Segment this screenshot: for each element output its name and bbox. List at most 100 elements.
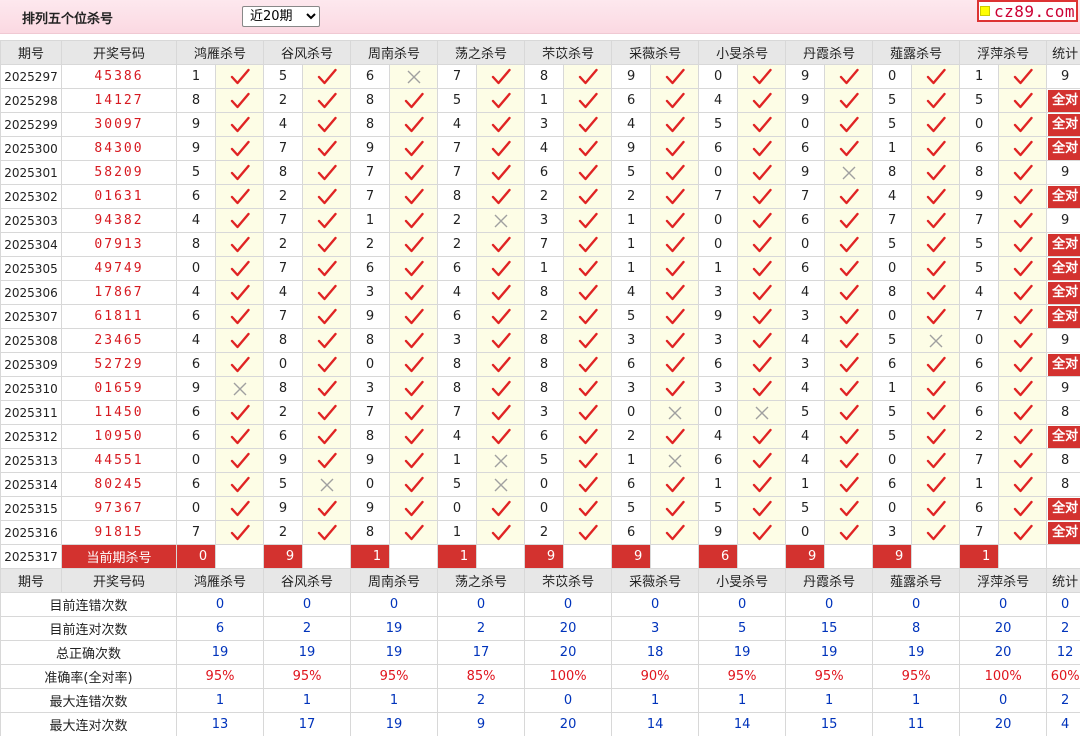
kill-number-cell: 4 [611,280,652,305]
summary-value: 5 [698,616,787,641]
kill-number-cell: 6 [611,88,652,113]
draw-number-cell: 58209 [61,160,177,185]
draw-number-cell: 11450 [61,400,177,425]
hit-mark-cell [998,328,1048,353]
period-select[interactable]: 近20期 [242,6,320,27]
column-header-method: 小旻杀号 [698,568,787,593]
kill-number-cell: 0 [524,472,565,497]
issue-cell: 2025311 [0,400,62,425]
issue-cell: 2025315 [0,496,62,521]
stat-cell: 全对 [1046,280,1080,305]
current-blank-cell [476,544,526,569]
all-correct-badge: 全对 [1048,305,1080,328]
check-icon [491,92,511,108]
kill-number-cell: 0 [785,232,826,257]
summary-row: 准确率(全对率) 95% 95% 95% 85% 100% 90% 95% 95% 95% 100%… [0,664,1080,689]
check-icon [665,356,685,372]
summary-value: 1 [350,688,439,713]
hit-mark-cell [389,112,439,137]
kill-number-cell: 1 [611,256,652,281]
hit-mark-cell [737,184,787,209]
check-icon [752,428,772,444]
all-correct-badge: 全对 [1048,521,1080,544]
check-icon [752,236,772,252]
check-icon [317,308,337,324]
summary-value: 0 [872,592,961,617]
site-logo[interactable]: cz89.com [977,0,1078,22]
issue-cell: 2025313 [0,448,62,473]
summary-value: 11 [872,712,961,736]
hit-mark-cell [737,448,787,473]
check-icon [926,524,946,540]
summary-value: 1 [175,688,265,713]
hit-mark-cell [563,160,613,185]
check-icon [578,380,598,396]
cross-icon [233,382,246,395]
hit-mark-cell [824,520,874,545]
hit-mark-cell [389,376,439,401]
summary-value: 95% [263,664,352,689]
check-icon [1013,332,1033,348]
kill-number-cell: 8 [524,352,565,377]
hit-mark-cell [998,496,1048,521]
check-icon [839,428,859,444]
hit-mark-cell [214,208,265,233]
check-icon [230,164,250,180]
hit-mark-cell [476,136,526,161]
draw-number-cell: 10950 [61,424,177,449]
check-icon [230,260,250,276]
stat-cell: 全对 [1046,184,1080,209]
check-icon [491,380,511,396]
all-correct-badge: 全对 [1048,185,1080,208]
hit-mark-cell [214,472,265,497]
issue-cell: 2025306 [0,280,62,305]
hit-mark-cell [302,112,352,137]
summary-value: 0 [350,592,439,617]
hit-mark-cell [302,520,352,545]
table-row: 2025302 01631 6 2 7 8 2 2 7 7 4 9 全对 [0,184,1080,209]
check-icon [665,260,685,276]
kill-number-cell: 4 [263,280,304,305]
issue-cell: 2025299 [0,112,62,137]
hit-mark-cell [650,496,700,521]
kill-number-cell: 0 [872,448,913,473]
check-icon [752,116,772,132]
draw-number-cell: 23465 [61,328,177,353]
hit-mark-cell [302,64,352,89]
hit-mark-cell [998,184,1048,209]
kill-number-cell: 5 [872,328,913,353]
table-row: 2025303 94382 4 7 1 2 3 1 0 6 7 7 9 [0,208,1080,233]
check-icon [926,68,946,84]
column-header-method: 鸿雁杀号 [175,40,265,65]
kill-number-cell: 8 [350,328,391,353]
cross-icon [494,454,508,467]
summary-row: 最大连对次数 13 17 19 9 20 14 14 15 11 20 4 [0,712,1080,736]
hit-mark-cell [214,448,265,473]
hit-mark-cell [824,256,874,281]
check-icon [230,284,250,300]
kill-number-cell: 4 [785,424,826,449]
current-blank-cell [824,544,874,569]
stat-cell: 全对 [1046,136,1080,161]
summary-value: 95% [872,664,961,689]
check-icon [926,284,946,300]
draw-number-cell: 01659 [61,376,177,401]
summary-value: 0 [959,688,1048,713]
hit-mark-cell [824,448,874,473]
kill-number-cell: 0 [263,352,304,377]
hit-mark-cell [302,160,352,185]
check-icon [926,140,946,156]
check-icon [926,452,946,468]
check-icon [578,500,598,516]
summary-value: 20 [524,616,613,641]
all-correct-badge: 全对 [1048,137,1080,160]
hit-mark-cell [389,232,439,257]
current-period-label: 当前期杀号 [61,544,177,569]
hit-mark-cell [998,472,1048,497]
kill-number-cell: 7 [350,400,391,425]
hit-mark-cell [563,520,613,545]
summary-value: 85% [437,664,526,689]
all-correct-badge: 全对 [1048,497,1080,520]
kill-number-cell: 4 [263,112,304,137]
check-icon [491,524,511,540]
